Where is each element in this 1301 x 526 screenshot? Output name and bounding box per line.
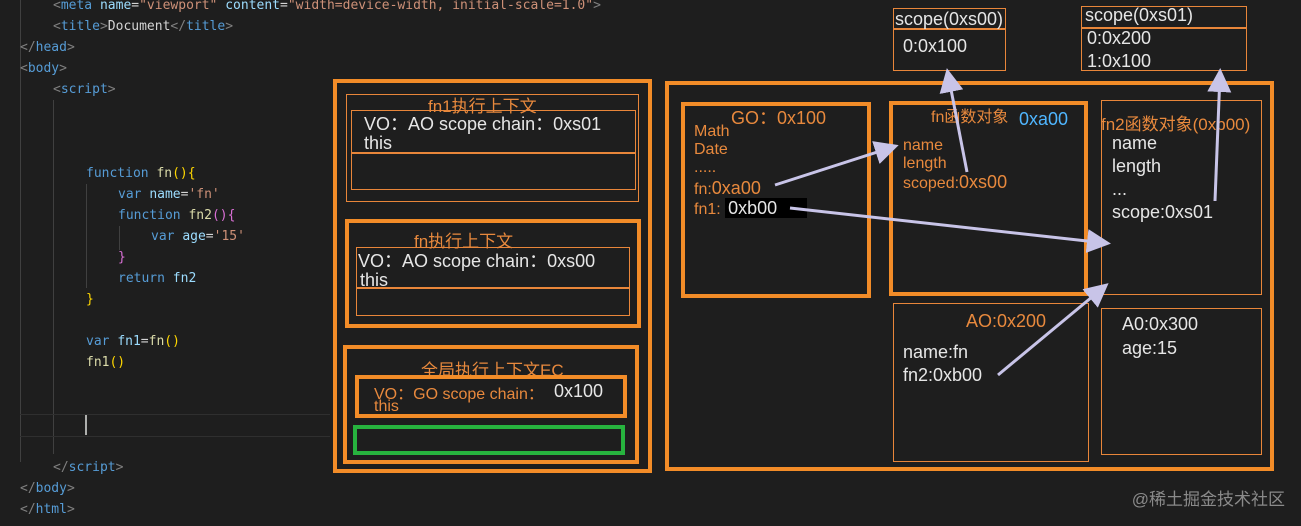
arrow-go-fn1-to-fn2-object: [789, 206, 1111, 253]
watermark: @稀土掘金技术社区: [1131, 490, 1285, 509]
reference-arrows: [774, 68, 1232, 377]
arrow-go-fn-to-fn-object: [774, 141, 899, 187]
arrow-fn2-scope-to-scope-s01: [1207, 68, 1232, 202]
arrow-fn-scoped-to-scope-s00: [939, 68, 969, 173]
arrow-ao-fn2-to-fn2-object: [997, 283, 1109, 377]
